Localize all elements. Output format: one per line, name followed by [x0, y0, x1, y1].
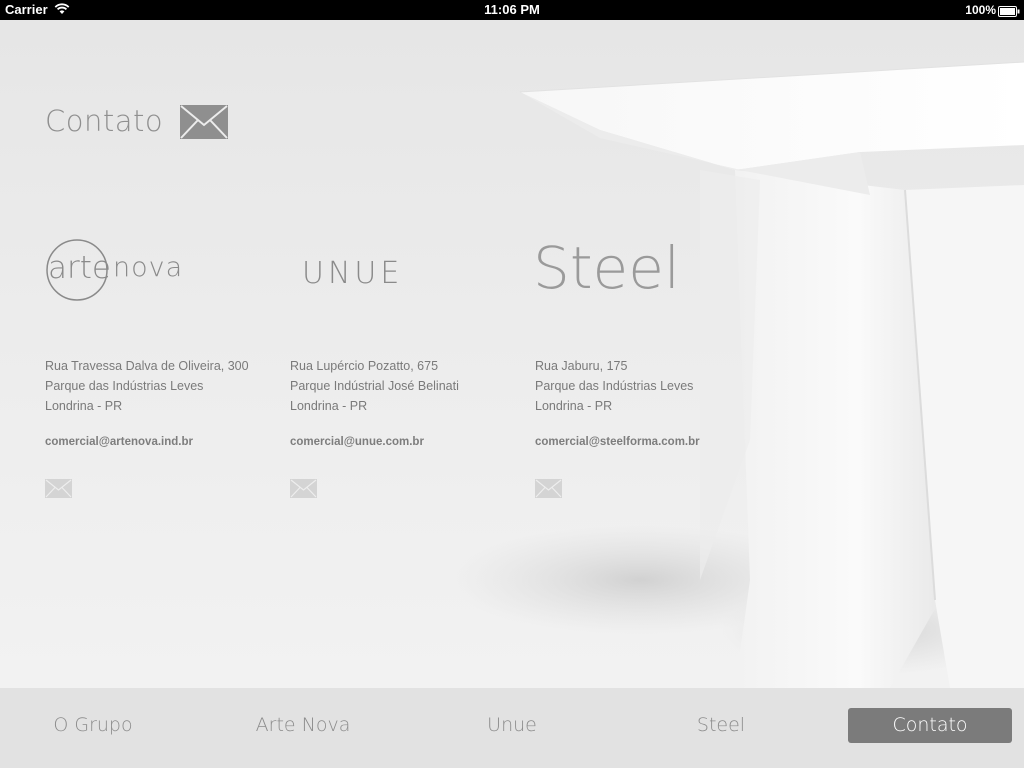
clock: 11:06 PM: [484, 2, 540, 17]
address: Rua Lupércio Pozatto, 675 Parque Indústr…: [290, 356, 459, 416]
brand-unue: UNUE Rua Lupércio Pozatto, 675 Parque In…: [290, 230, 525, 498]
address-line: Londrina - PR: [45, 399, 123, 413]
envelope-icon[interactable]: [45, 479, 72, 503]
envelope-icon: [180, 105, 228, 144]
contact-page: Contato arte nova Rua Travessa Dalva de …: [0, 20, 1024, 688]
email-address[interactable]: comercial@unue.com.br: [290, 436, 424, 448]
address-line: Parque das Indústrias Leves: [535, 379, 694, 393]
address-line: Londrina - PR: [290, 399, 368, 413]
status-bar: Carrier 11:06 PM 100%: [0, 0, 1024, 20]
tab-steel[interactable]: Steel: [636, 708, 806, 743]
battery-percent: 100%: [965, 3, 996, 17]
battery-icon: [998, 5, 1020, 20]
brand-arte-nova: arte nova Rua Travessa Dalva de Oliveira…: [45, 230, 280, 498]
tab-contato[interactable]: Contato: [848, 708, 1012, 743]
address-line: Rua Travessa Dalva de Oliveira, 300: [45, 359, 249, 373]
address-line: Parque Indústrial José Belinati: [290, 379, 459, 393]
email-address[interactable]: comercial@artenova.ind.br: [45, 436, 193, 448]
unue-logo-text: UNUE: [302, 256, 404, 291]
address-line: Rua Jaburu, 175: [535, 359, 628, 373]
envelope-icon[interactable]: [290, 479, 317, 503]
page-title: Contato: [45, 104, 164, 138]
tab-arte-nova[interactable]: Arte Nova: [218, 708, 388, 743]
arte-nova-logo-right: nova: [113, 252, 184, 283]
address-line: Londrina - PR: [535, 399, 613, 413]
steel-logo-text: Steel: [533, 234, 681, 302]
address: Rua Travessa Dalva de Oliveira, 300 Parq…: [45, 356, 249, 416]
envelope-icon[interactable]: [535, 479, 562, 503]
address-line: Rua Lupércio Pozatto, 675: [290, 359, 439, 373]
steel-logo: Steel: [533, 230, 770, 320]
unue-logo: UNUE: [290, 230, 525, 320]
address: Rua Jaburu, 175 Parque das Indústrias Le…: [535, 356, 693, 416]
email-address[interactable]: comercial@steelforma.com.br: [535, 436, 700, 448]
address-line: Parque das Indústrias Leves: [45, 379, 204, 393]
arte-nova-logo: arte nova: [45, 230, 280, 320]
tab-o-grupo[interactable]: O Grupo: [8, 708, 178, 743]
tab-bar: O Grupo Arte Nova Unue Steel Contato: [0, 688, 1024, 768]
brand-steel: Steel Rua Jaburu, 175 Parque das Indústr…: [533, 230, 770, 498]
tab-unue[interactable]: Unue: [427, 708, 597, 743]
arte-nova-logo-left: arte: [48, 250, 111, 286]
